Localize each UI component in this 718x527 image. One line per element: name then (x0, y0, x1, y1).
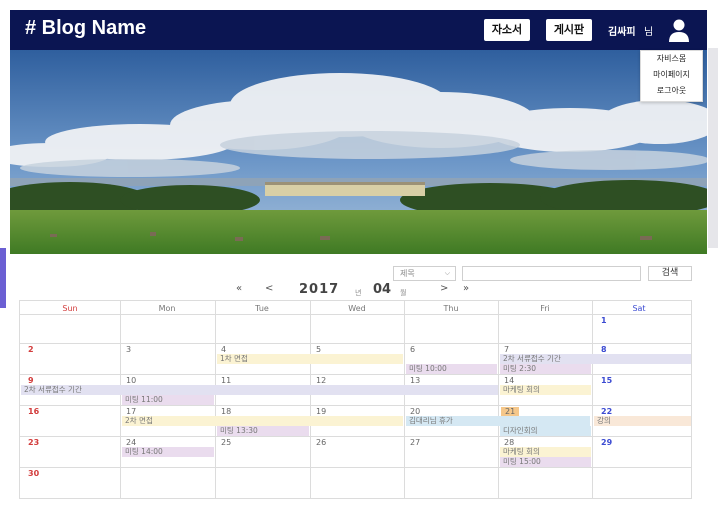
date-cell[interactable]: 1 (601, 316, 607, 325)
calendar-month: 04 (373, 282, 392, 297)
prev-month-button[interactable]: < (265, 283, 273, 294)
date-cell[interactable]: 19 (316, 407, 326, 416)
grid-line (20, 343, 691, 344)
search-type-select[interactable]: 제목 ⌵ (393, 266, 456, 281)
day-header-fri: Fri (540, 304, 550, 313)
day-header-thu: Thu (443, 304, 459, 313)
date-cell[interactable]: 4 (221, 345, 226, 354)
search-select-value: 제목 (400, 269, 415, 278)
calendar-event[interactable]: 2차 서류접수 기간 (500, 354, 691, 364)
date-cell[interactable]: 20 (410, 407, 420, 416)
prev-year-button[interactable]: « (236, 283, 242, 294)
date-cell[interactable]: 6 (410, 345, 415, 354)
next-year-button[interactable]: » (463, 283, 469, 294)
date-cell[interactable]: 24 (126, 438, 136, 447)
menu-item-mypage[interactable]: 마이페이지 (641, 67, 702, 83)
date-cell[interactable]: 5 (316, 345, 321, 354)
date-cell[interactable]: 15 (601, 376, 612, 385)
date-cell[interactable]: 13 (410, 376, 420, 385)
grid-line (498, 301, 499, 498)
board-button[interactable]: 게시판 (546, 19, 592, 41)
date-cell[interactable]: 27 (410, 438, 420, 447)
search-input[interactable] (462, 266, 641, 281)
menu-item-logout[interactable]: 로그아웃 (641, 83, 702, 99)
date-cell[interactable]: 30 (28, 469, 39, 478)
grid-line (20, 374, 691, 375)
calendar-event[interactable]: 2차 면접 (122, 416, 403, 426)
grid-line (20, 467, 691, 468)
calendar-event[interactable]: 김대리님 휴가 (406, 416, 590, 426)
date-cell[interactable]: 23 (28, 438, 39, 447)
date-cell[interactable]: 14 (504, 376, 514, 385)
page: # Blog Name 자소서 게시판 김싸피 님 자비스몸 마이페이지 로그아… (0, 0, 718, 527)
date-cell[interactable]: 16 (28, 407, 39, 416)
grid-line (20, 314, 691, 315)
calendar-event[interactable]: 강의 (594, 416, 691, 426)
date-cell[interactable]: 17 (126, 407, 136, 416)
date-cell[interactable]: 12 (316, 376, 326, 385)
calendar-grid: Sun Mon Tue Wed Thu Fri Sat 1 2 3 4 5 6 … (19, 300, 692, 499)
scrollbar[interactable] (708, 48, 718, 248)
calendar-event[interactable]: 미팅 11:00 (122, 395, 214, 405)
day-header-tue: Tue (255, 304, 269, 313)
date-cell[interactable]: 22 (601, 407, 612, 416)
date-cell[interactable]: 3 (126, 345, 131, 354)
date-cell[interactable]: 10 (126, 376, 136, 385)
day-header-wed: Wed (348, 304, 366, 313)
date-cell[interactable]: 11 (221, 376, 231, 385)
grid-line (20, 405, 691, 406)
left-accent-bar (0, 248, 6, 308)
search-button[interactable]: 검색 (648, 266, 692, 281)
calendar-year-unit: 년 (355, 289, 362, 297)
date-cell[interactable]: 9 (28, 376, 34, 385)
date-cell[interactable]: 29 (601, 438, 612, 447)
grid-line (310, 301, 311, 498)
calendar-event[interactable]: 미팅 15:00 (500, 457, 591, 467)
calendar-event[interactable]: 2차 서류접수 기간 (21, 385, 498, 395)
calendar-year: 2017 (299, 282, 340, 297)
day-header-mon: Mon (158, 304, 176, 313)
calendar-event[interactable]: 마케팅 회의 (500, 447, 591, 457)
grid-line (20, 436, 691, 437)
day-header-sun: Sun (62, 304, 78, 313)
date-cell[interactable]: 2 (28, 345, 34, 354)
user-avatar-icon[interactable] (668, 18, 690, 42)
day-header-sat: Sat (632, 304, 646, 313)
grid-line (404, 301, 405, 498)
calendar-event[interactable]: 미팅 10:00 (406, 364, 497, 374)
grid-line (215, 301, 216, 498)
date-cell[interactable]: 18 (221, 407, 231, 416)
calendar-event[interactable]: 미팅 2:30 (500, 364, 591, 374)
calendar-event[interactable]: 마케팅 회의 (500, 385, 591, 395)
calendar-month-unit: 월 (400, 289, 407, 297)
resume-button[interactable]: 자소서 (484, 19, 530, 41)
hero-landscape-image (10, 50, 707, 254)
user-honorific: 님 (644, 27, 654, 38)
next-month-button[interactable]: > (440, 283, 448, 294)
calendar-event[interactable]: 미팅 14:00 (122, 447, 214, 457)
calendar-event[interactable]: 미팅 13:30 (217, 426, 309, 436)
grid-line (120, 301, 121, 498)
date-cell[interactable]: 25 (221, 438, 231, 447)
grid-line (592, 301, 593, 498)
user-name: 김싸피 (608, 27, 636, 38)
navbar: # Blog Name 자소서 게시판 김싸피 님 (10, 10, 707, 50)
date-cell[interactable]: 28 (504, 438, 514, 447)
date-cell[interactable]: 7 (504, 345, 509, 354)
chevron-down-icon: ⌵ (444, 269, 450, 277)
date-cell[interactable]: 8 (601, 345, 607, 354)
calendar-event[interactable]: 디자인회의 (500, 426, 591, 436)
date-cell-today[interactable]: 21 (501, 407, 520, 416)
date-cell[interactable]: 26 (316, 438, 326, 447)
brand-title[interactable]: # Blog Name (25, 17, 146, 40)
calendar-event[interactable]: 1차 면접 (217, 354, 403, 364)
menu-item-javis[interactable]: 자비스몸 (641, 51, 702, 67)
user-dropdown-menu: 자비스몸 마이페이지 로그아웃 (640, 50, 703, 102)
